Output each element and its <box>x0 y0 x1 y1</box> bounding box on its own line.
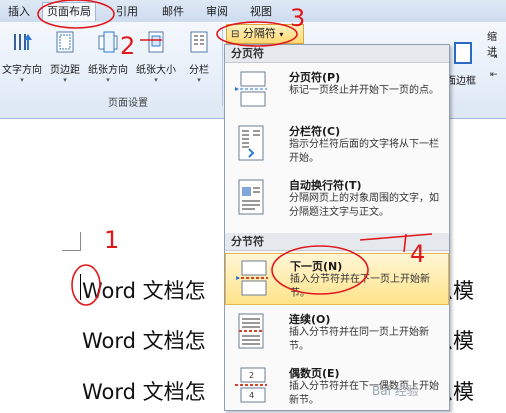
page-border-icon <box>454 42 472 64</box>
annotation-number-1: 1 <box>104 226 119 254</box>
chevron-down-icon: ▾ <box>20 76 24 84</box>
doc-text-line-1[interactable]: Word 文档怎 <box>82 275 206 305</box>
group-separator <box>222 28 223 106</box>
tab-insert[interactable]: 插入 <box>4 3 34 21</box>
menu-item-text-wrapping[interactable]: 自动换行符(T) 分隔网页上的对象周围的文字，如分隔题注文字与正文。 <box>225 173 449 225</box>
page-margin-corner <box>62 232 81 251</box>
tab-references[interactable]: 引用 <box>112 3 142 21</box>
text-wrapping-title: 自动换行符(T) <box>289 179 362 192</box>
continuous-icon <box>238 313 264 349</box>
menu-section-section-breaks: 分节符 <box>225 233 449 251</box>
next-page-icon <box>236 260 268 296</box>
indent-left-icon: ⇥ <box>490 52 498 62</box>
orientation-icon <box>98 31 118 53</box>
tab-mailings[interactable]: 邮件 <box>158 3 188 21</box>
columns-button[interactable]: 分栏 ▾ <box>188 30 210 84</box>
doc-text-line-2[interactable]: Word 文档怎 <box>82 325 206 355</box>
svg-text:4: 4 <box>249 391 254 400</box>
size-icon <box>148 31 164 53</box>
orientation-button[interactable]: 纸张方向 ▾ <box>88 30 128 84</box>
size-label: 纸张大小 <box>136 65 176 76</box>
breaks-label: 分隔符 <box>242 27 276 40</box>
chevron-down-icon: ▾ <box>279 30 284 39</box>
continuous-desc: 插入分节符并在同一页上开始新节。 <box>289 327 429 352</box>
menu-item-column-break[interactable]: 分栏符(C) 指示分栏符后面的文字将从下一栏开始。 <box>225 119 449 171</box>
even-page-desc: 插入分节符并在下一偶数页上开始新节。 <box>289 381 439 406</box>
margins-icon <box>56 31 74 53</box>
column-break-title: 分栏符(C) <box>289 125 341 138</box>
column-break-desc: 指示分栏符后面的文字将从下一栏开始。 <box>289 139 439 164</box>
even-page-icon: 2 4 <box>235 367 267 403</box>
text-direction-label: 文字方向 <box>2 65 42 76</box>
text-direction-icon <box>14 34 32 50</box>
breaks-dropdown-menu: 分页符 分页符(P) 标记一页终止并开始下一页的点。 分栏符(C) 指示分栏符后… <box>224 44 450 411</box>
chevron-down-icon: ▾ <box>63 76 67 84</box>
page-setup-group-label: 页面设置 <box>108 98 148 109</box>
menu-section-page-breaks: 分页符 <box>225 45 449 63</box>
column-break-icon <box>238 125 264 161</box>
page-break-title: 分页符(P) <box>289 71 341 84</box>
tab-review[interactable]: 审阅 <box>202 3 232 21</box>
menu-item-next-page[interactable]: 下一页(N) 插入分节符并在下一页上开始新节。 <box>225 253 449 305</box>
orientation-label: 纸张方向 <box>88 65 128 76</box>
columns-label: 分栏 <box>189 65 209 76</box>
menu-item-page-break[interactable]: 分页符(P) 标记一页终止并开始下一页的点。 <box>225 65 449 117</box>
ribbon-tab-bar: 插入 页面布局 引用 邮件 审阅 视图 <box>0 0 506 23</box>
tab-view[interactable]: 视图 <box>246 3 276 21</box>
text-cursor <box>80 274 81 300</box>
even-page-title: 偶数页(E) <box>289 367 340 380</box>
breaks-icon: ⊟ <box>231 29 240 40</box>
chevron-down-icon: ▾ <box>106 76 110 84</box>
svg-text:2: 2 <box>249 371 254 380</box>
indent-right-icon: ⇤ <box>490 70 498 80</box>
page-break-icon <box>235 71 267 107</box>
breaks-button[interactable]: ⊟ 分隔符 ▾ <box>226 24 304 44</box>
columns-icon <box>190 31 208 53</box>
page-break-desc: 标记一页终止并开始下一页的点。 <box>289 85 439 96</box>
next-page-desc: 插入分节符并在下一页上开始新节。 <box>290 274 430 299</box>
text-wrapping-icon <box>238 179 264 215</box>
next-page-title: 下一页(N) <box>290 260 343 273</box>
text-direction-button[interactable]: 文字方向 ▾ <box>2 30 42 84</box>
watermark: Bai 经验 <box>372 384 419 398</box>
chevron-down-icon: ▾ <box>197 76 201 84</box>
doc-text-line-3[interactable]: Word 文档怎 <box>82 376 206 406</box>
menu-item-continuous[interactable]: 连续(O) 插入分节符并在同一页上开始新节。 <box>225 307 449 359</box>
text-wrapping-desc: 分隔网页上的对象周围的文字，如分隔题注文字与正文。 <box>289 193 439 218</box>
continuous-title: 连续(O) <box>289 313 331 326</box>
page-border-button[interactable] <box>452 42 474 73</box>
margins-button[interactable]: 页边距 ▾ <box>50 30 80 84</box>
size-button[interactable]: 纸张大小 ▾ <box>136 30 176 84</box>
tab-page-layout[interactable]: 页面布局 <box>42 2 96 21</box>
chevron-down-icon: ▾ <box>154 76 158 84</box>
margins-label: 页边距 <box>50 65 80 76</box>
